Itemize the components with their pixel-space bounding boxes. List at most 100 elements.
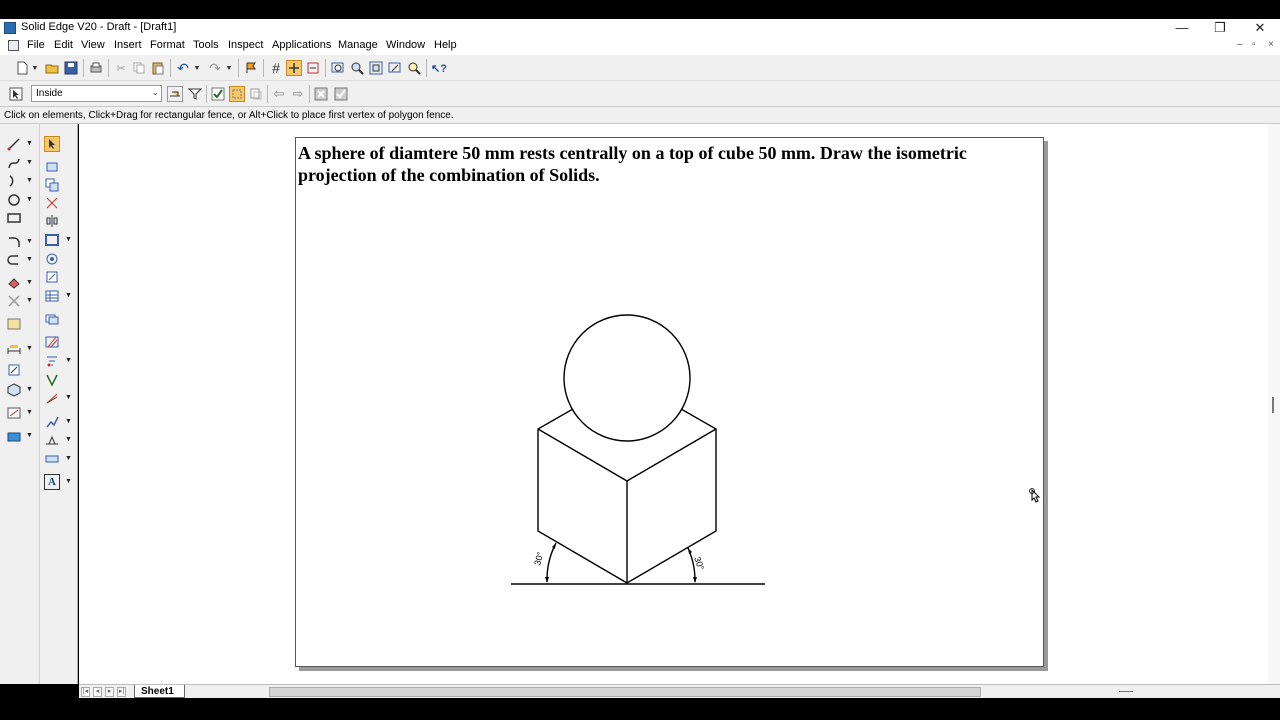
layer-icon[interactable] [44, 311, 60, 327]
line-icon[interactable] [6, 136, 22, 152]
menu-window[interactable]: Window [386, 39, 425, 51]
fence-icon[interactable] [167, 86, 183, 102]
whats-this-icon[interactable]: ↖? [431, 60, 447, 76]
relationship-icon[interactable] [44, 353, 60, 369]
dropdown-arrow-icon[interactable]: ▼ [26, 297, 33, 304]
close-button[interactable]: ✕ [1245, 19, 1275, 37]
mdi-close-button[interactable]: × [1268, 39, 1274, 50]
fit-icon[interactable] [368, 60, 384, 76]
pattern-icon[interactable] [6, 293, 22, 309]
new-icon[interactable] [14, 60, 30, 76]
horizontal-scroll-thumb[interactable] [1119, 691, 1133, 692]
paste-icon[interactable] [150, 60, 166, 76]
chevron-down-icon[interactable]: ⌄ [151, 87, 159, 98]
menu-applications[interactable]: Applications [272, 39, 331, 51]
sheet-tab[interactable]: Sheet1 [134, 685, 185, 698]
intellisketch-icon[interactable] [286, 60, 302, 76]
restore-button[interactable]: ❐ [1205, 19, 1235, 37]
balloon-icon[interactable] [44, 451, 60, 467]
dropdown-arrow-icon[interactable]: ▼ [65, 436, 72, 443]
weld-symbol-icon[interactable] [44, 432, 60, 448]
section-view-icon[interactable] [6, 405, 22, 421]
dropdown-arrow-icon[interactable]: ▼ [65, 292, 72, 299]
rotate-icon[interactable] [44, 251, 60, 267]
rectangle-icon[interactable] [6, 210, 22, 226]
overlap-fence-icon[interactable] [248, 86, 264, 102]
text-note-icon[interactable] [6, 362, 22, 378]
dropdown-arrow-icon[interactable]: ▼ [65, 236, 72, 243]
dropdown-arrow-icon[interactable]: ▼ [26, 345, 33, 352]
dropdown-arrow-icon[interactable]: ▼ [65, 455, 72, 462]
curve-icon[interactable] [6, 155, 22, 171]
menu-insert[interactable]: Insert [114, 39, 142, 51]
filter-icon[interactable] [187, 86, 203, 102]
next-sheet-icon[interactable]: ▸ [105, 687, 114, 697]
zoom-in-icon[interactable] [406, 60, 422, 76]
hatch-icon[interactable] [44, 334, 60, 350]
frame-icon[interactable] [44, 232, 60, 248]
previous-icon[interactable]: ⇦ [271, 86, 287, 102]
connect-icon[interactable] [44, 372, 60, 388]
undo-icon[interactable]: ↶ [175, 60, 191, 76]
arc-icon[interactable] [6, 173, 22, 189]
select-tool-icon[interactable] [8, 86, 24, 102]
menu-inspect[interactable]: Inspect [228, 39, 263, 51]
dimension-icon[interactable] [305, 60, 321, 76]
drawing-sheet[interactable]: A sphere of diamtere 50 mm rests central… [295, 137, 1044, 667]
fill-icon[interactable] [6, 275, 22, 291]
text-icon[interactable]: A [44, 474, 60, 490]
view-icon[interactable] [6, 382, 22, 398]
dropdown-arrow-icon[interactable]: ▼ [26, 177, 33, 184]
circle-icon[interactable] [6, 192, 22, 208]
image-icon[interactable] [6, 316, 22, 332]
grid-icon[interactable]: # [268, 60, 284, 76]
redo-dropdown-icon[interactable]: ▼ [224, 60, 234, 76]
dropdown-arrow-icon[interactable]: ▼ [26, 196, 33, 203]
dropdown-arrow-icon[interactable]: ▼ [65, 357, 72, 364]
menu-manage[interactable]: Manage [338, 39, 378, 51]
minimize-button[interactable]: — [1167, 19, 1197, 37]
next-icon[interactable]: ⇨ [290, 86, 306, 102]
copy-icon[interactable] [131, 60, 147, 76]
menu-edit[interactable]: Edit [54, 39, 73, 51]
menu-tools[interactable]: Tools [193, 39, 219, 51]
dropdown-arrow-icon[interactable]: ▼ [26, 279, 33, 286]
table-icon[interactable] [44, 288, 60, 304]
dropdown-arrow-icon[interactable]: ▼ [26, 238, 33, 245]
copy-elements-icon[interactable] [44, 177, 60, 193]
cut-icon[interactable]: ✂ [113, 60, 129, 76]
pan-icon[interactable] [387, 60, 403, 76]
new-dropdown-icon[interactable]: ▼ [30, 60, 40, 76]
dropdown-arrow-icon[interactable]: ▼ [26, 256, 33, 263]
drawing-canvas[interactable]: A sphere of diamtere 50 mm rests central… [79, 124, 1268, 684]
vertical-scrollbar[interactable] [1268, 124, 1280, 684]
menu-help[interactable]: Help [434, 39, 457, 51]
dropdown-arrow-icon[interactable]: ▼ [26, 159, 33, 166]
mirror-icon[interactable] [44, 213, 60, 229]
mdi-minimize-button[interactable]: – [1237, 39, 1243, 50]
annotation-icon[interactable] [44, 414, 60, 430]
dropdown-arrow-icon[interactable]: ▼ [26, 432, 33, 439]
redo-icon[interactable]: ↷ [207, 60, 223, 76]
inside-fence-icon[interactable] [229, 86, 245, 102]
accept-icon[interactable] [333, 86, 349, 102]
document-icon[interactable] [8, 40, 19, 51]
offset-icon[interactable] [6, 252, 22, 268]
dropdown-arrow-icon[interactable]: ▼ [26, 140, 33, 147]
print-icon[interactable] [88, 60, 104, 76]
menu-file[interactable]: File [27, 39, 45, 51]
first-sheet-icon[interactable]: |◂ [81, 687, 90, 697]
dimension-icon[interactable] [6, 341, 22, 357]
trim-icon[interactable] [44, 195, 60, 211]
horizontal-scrollbar[interactable] [269, 687, 981, 697]
fillet-icon[interactable] [6, 234, 22, 250]
dropdown-arrow-icon[interactable]: ▼ [26, 386, 33, 393]
dropdown-arrow-icon[interactable]: ▼ [65, 418, 72, 425]
block-icon[interactable] [6, 428, 22, 444]
previous-sheet-icon[interactable]: ◂ [93, 687, 102, 697]
select-arrow-icon[interactable] [44, 136, 60, 152]
menu-format[interactable]: Format [150, 39, 185, 51]
dropdown-arrow-icon[interactable]: ▼ [65, 478, 72, 485]
reject-icon[interactable] [313, 86, 329, 102]
zoom-icon[interactable] [349, 60, 365, 76]
